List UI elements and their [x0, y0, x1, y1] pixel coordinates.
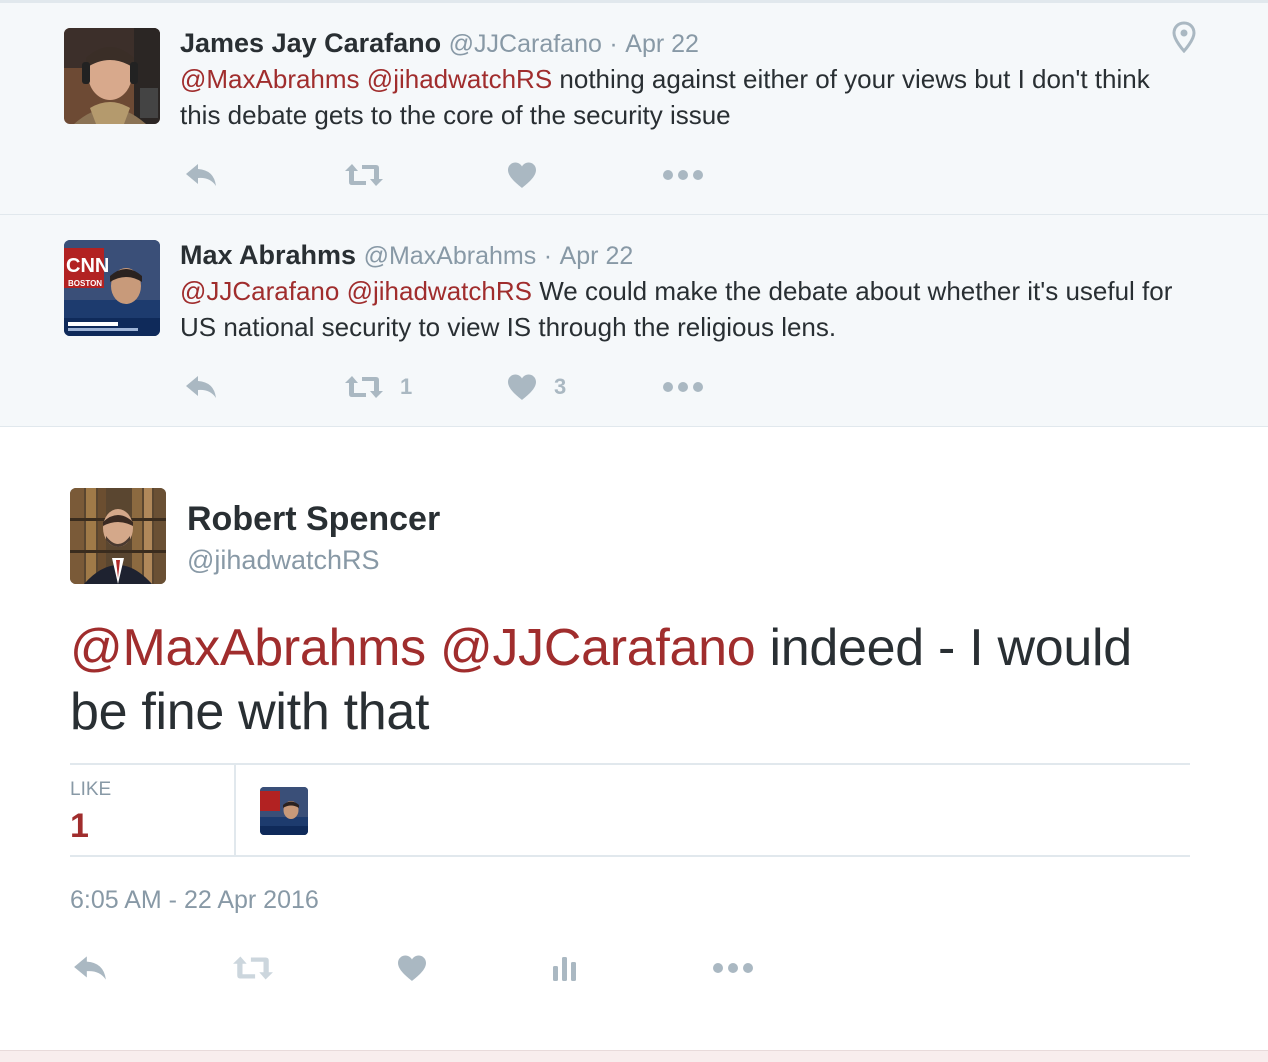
avatar[interactable]: CNN BOSTON	[64, 240, 160, 336]
author-handle[interactable]: @JJCarafano	[449, 30, 602, 58]
mention-link[interactable]: @JJCarafano	[440, 619, 756, 677]
tweet-timestamp[interactable]: 6:05 AM - 22 Apr 2016	[70, 886, 319, 915]
reply-tweet[interactable]: CNN BOSTON Max Abrahms @MaxAbrahms · Apr…	[0, 215, 1268, 427]
like-button[interactable]: 3	[506, 367, 566, 407]
retweet-icon	[233, 956, 273, 980]
separator: ·	[609, 30, 618, 58]
liker-avatar[interactable]	[260, 787, 308, 835]
cnn-logo-text: CNN	[66, 255, 109, 277]
retweet-count: 1	[400, 374, 413, 399]
avatar[interactable]	[70, 488, 166, 584]
more-icon	[663, 382, 703, 392]
retweet-icon	[345, 376, 383, 398]
author-name[interactable]: James Jay Carafano	[180, 28, 441, 58]
mention-link[interactable]: @MaxAbrahms	[70, 619, 426, 677]
retweet-button[interactable]	[232, 948, 274, 988]
more-button[interactable]	[712, 948, 754, 988]
analytics-icon	[553, 957, 576, 981]
reply-icon	[186, 376, 216, 398]
like-button[interactable]	[506, 155, 554, 195]
more-icon	[663, 170, 703, 180]
mention-link[interactable]: @jihadwatchRS	[367, 64, 552, 94]
cnn-logo-subtext: BOSTON	[68, 279, 102, 288]
like-count[interactable]: 1	[70, 807, 89, 846]
mention-link[interactable]: @jihadwatchRS	[347, 276, 532, 306]
more-icon	[713, 963, 753, 973]
tweet-text: @MaxAbrahms @JJCarafano indeed - I would…	[70, 616, 1190, 744]
heart-icon	[508, 374, 536, 400]
retweet-button[interactable]	[344, 155, 400, 195]
tweet-actions	[70, 946, 770, 990]
tweet-header: James Jay Carafano @JJCarafano · Apr 22	[180, 25, 699, 62]
reply-icon	[74, 956, 106, 980]
tweet-text: @JJCarafano @jihadwatchRS We could make …	[180, 273, 1190, 345]
reply-tweet[interactable]: James Jay Carafano @JJCarafano · Apr 22 …	[0, 3, 1268, 215]
stats-divider	[234, 765, 236, 855]
bottom-edge	[0, 1050, 1268, 1062]
heart-icon	[398, 955, 426, 981]
author-name[interactable]: Robert Spencer	[187, 500, 440, 539]
heart-icon	[508, 162, 536, 188]
more-button[interactable]	[662, 155, 704, 195]
location-pin-icon[interactable]	[1172, 21, 1196, 58]
tweet-text: @MaxAbrahms @jihadwatchRS nothing agains…	[180, 61, 1190, 133]
separator: ·	[543, 242, 553, 270]
analytics-button[interactable]	[552, 948, 578, 988]
author-name[interactable]: Max Abrahms	[180, 240, 356, 270]
mention-link[interactable]: @MaxAbrahms	[180, 64, 360, 94]
tweet-header: Max Abrahms @MaxAbrahms · Apr 22	[180, 237, 633, 274]
tweet-date[interactable]: Apr 22	[625, 30, 699, 58]
reply-button[interactable]	[72, 948, 108, 988]
like-label[interactable]: LIKE	[70, 779, 111, 801]
tweet-actions: 1 3	[180, 367, 780, 407]
author-handle[interactable]: @MaxAbrahms	[364, 242, 537, 270]
reply-icon	[186, 164, 216, 186]
author-handle[interactable]: @jihadwatchRS	[187, 545, 380, 576]
tweet-stats: LIKE 1	[70, 763, 1190, 857]
retweet-icon	[345, 164, 383, 186]
mention-link[interactable]: @JJCarafano	[180, 276, 339, 306]
tweet-date[interactable]: Apr 22	[560, 242, 634, 270]
reply-button[interactable]	[184, 367, 218, 407]
like-count: 3	[554, 374, 567, 399]
more-button[interactable]	[662, 367, 704, 407]
tweet-actions	[180, 155, 780, 195]
reply-button[interactable]	[184, 155, 218, 195]
like-button[interactable]	[396, 948, 428, 988]
retweet-button[interactable]: 1	[344, 367, 412, 407]
avatar[interactable]	[64, 28, 160, 124]
